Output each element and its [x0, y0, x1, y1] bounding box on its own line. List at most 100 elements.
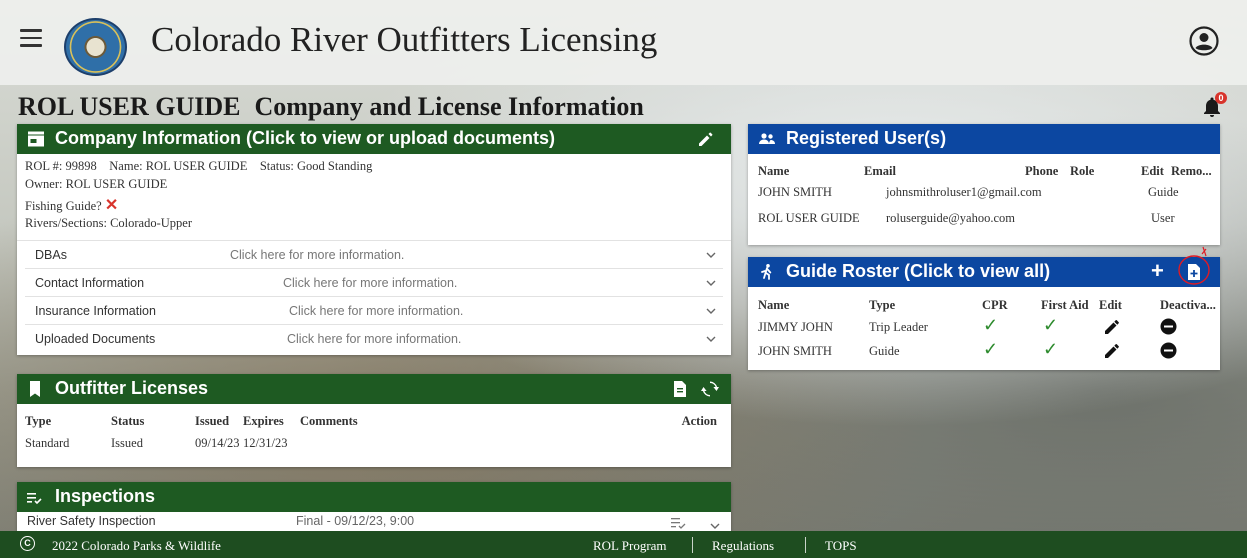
- col-remove: Remo...: [1171, 164, 1212, 178]
- guide-name: JIMMY JOHN: [758, 320, 833, 334]
- hiking-icon: [761, 264, 772, 280]
- first-aid-check-icon: ✓: [1043, 315, 1059, 335]
- add-guide-button[interactable]: +: [1151, 258, 1164, 284]
- col-role: Role: [1070, 164, 1095, 178]
- inspections-title: Inspections: [55, 486, 156, 506]
- cpw-logo: [64, 18, 127, 76]
- col-name: Name: [758, 164, 790, 178]
- copyright-icon: C: [20, 536, 35, 551]
- fishing-guide-line: Fishing Guide? ✕: [25, 195, 118, 215]
- col-action: Action: [681, 413, 717, 428]
- chevron-down-icon: [706, 252, 716, 258]
- edit-pencil-icon[interactable]: [697, 130, 715, 148]
- license-comments: [300, 430, 665, 456]
- inspections-card: Inspections River Safety Inspection Fina…: [17, 482, 731, 531]
- col-deactivate: Deactiva...: [1160, 298, 1216, 312]
- accordion-item-dbas[interactable]: DBAs Click here for more information.: [25, 241, 723, 269]
- hamburger-menu-icon[interactable]: [20, 29, 42, 49]
- accordion-hint: Click here for more information.: [289, 304, 464, 318]
- table-row[interactable]: Standard Issued 09/14/23 12/31/23: [25, 430, 717, 456]
- checklist-icon[interactable]: [670, 516, 686, 530]
- registered-users-title: Registered User(s): [786, 128, 947, 148]
- footer-link-tops[interactable]: TOPS: [825, 538, 857, 554]
- document-icon[interactable]: [671, 380, 689, 398]
- guide-type: Trip Leader: [869, 320, 928, 334]
- app-title: Colorado River Outfitters Licensing: [151, 20, 658, 59]
- accordion-hint: Click here for more information.: [287, 332, 462, 346]
- registered-users-card: Registered User(s) Name Email Phone Role…: [748, 124, 1220, 245]
- accordion-item-documents[interactable]: Uploaded Documents Click here for more i…: [25, 325, 723, 353]
- inspection-result: Final - 09/12/23, 9:00: [296, 514, 415, 528]
- col-cpr: CPR: [982, 298, 1008, 312]
- license-issued: 09/14/23: [195, 435, 240, 450]
- company-info-card: Company Information (Click to view or up…: [17, 124, 731, 355]
- license-status: Issued: [111, 435, 143, 450]
- fishing-guide-label: Fishing Guide?: [25, 199, 102, 213]
- footer-divider: [805, 537, 806, 553]
- col-type: Type: [869, 298, 896, 312]
- inspection-name: River Safety Inspection: [27, 514, 156, 528]
- col-email: Email: [864, 164, 896, 178]
- footer-divider: [692, 537, 693, 553]
- license-type: Standard: [25, 435, 70, 450]
- accordion-label: DBAs: [35, 248, 67, 262]
- licenses-header: Outfitter Licenses: [17, 374, 731, 404]
- company-summary-line: ROL #: 99898 Name: ROL USER GUIDE Status…: [25, 159, 372, 174]
- inspections-header: Inspections: [17, 482, 731, 512]
- user-email: roluserguide@yahoo.com: [886, 211, 1015, 225]
- company-name: Name: ROL USER GUIDE: [109, 159, 248, 173]
- chevron-down-icon: [706, 308, 716, 314]
- notification-badge: 0: [1215, 92, 1227, 104]
- col-name: Name: [758, 298, 790, 312]
- user-role: Guide: [1148, 185, 1179, 199]
- guide-roster-card: Guide Roster (Click to view all) + Name …: [748, 246, 1220, 370]
- refresh-icon[interactable]: [701, 380, 719, 398]
- page-title-company: ROL USER GUIDE: [18, 92, 241, 121]
- chevron-down-icon[interactable]: [709, 521, 721, 531]
- col-edit: Edit: [1141, 164, 1164, 178]
- col-edit: Edit: [1099, 298, 1122, 312]
- edit-pencil-icon[interactable]: [1104, 319, 1120, 335]
- cpr-check-icon: ✓: [983, 315, 999, 335]
- bookmark-icon: [30, 381, 40, 397]
- licenses-title: Outfitter Licenses: [55, 378, 209, 398]
- col-type: Type: [25, 413, 52, 428]
- col-comments: Comments: [300, 413, 358, 428]
- col-first-aid: First Aid: [1041, 298, 1089, 312]
- company-info-header[interactable]: Company Information (Click to view or up…: [17, 124, 731, 154]
- company-rivers: Rivers/Sections: Colorado-Upper: [25, 216, 192, 230]
- user-role: User: [1151, 211, 1175, 225]
- checklist-icon: [27, 493, 42, 505]
- user-name: ROL USER GUIDE: [758, 211, 860, 225]
- col-expires: Expires: [243, 413, 284, 428]
- user-name: JOHN SMITH: [758, 185, 832, 199]
- accordion-hint: Click here for more information.: [283, 276, 458, 290]
- outfitter-licenses-card: Outfitter Licenses Type Status Issued Ex…: [17, 374, 731, 467]
- copyright-text: 2022 Colorado Parks & Wildlife: [52, 538, 221, 553]
- fishing-guide-x-icon: ✕: [104, 197, 119, 214]
- chevron-down-icon: [706, 280, 716, 286]
- registered-users-header: Registered User(s): [748, 124, 1220, 154]
- deactivate-icon[interactable]: [1160, 318, 1177, 335]
- license-action[interactable]: [665, 430, 717, 456]
- accordion-label: Uploaded Documents: [35, 332, 156, 346]
- store-icon: [28, 131, 44, 147]
- guide-roster-header[interactable]: Guide Roster (Click to view all) +: [748, 246, 1220, 287]
- license-expires: 12/31/23: [243, 435, 288, 450]
- account-circle-icon[interactable]: [1189, 26, 1219, 56]
- footer-link-regulations[interactable]: Regulations: [712, 538, 774, 554]
- guide-roster-title: Guide Roster (Click to view all): [786, 261, 1051, 281]
- accordion-item-contact[interactable]: Contact Information Click here for more …: [25, 269, 723, 297]
- page-title: ROL USER GUIDE Company and License Inform…: [18, 92, 644, 122]
- first-aid-check-icon: ✓: [1043, 339, 1059, 359]
- guide-type: Guide: [869, 344, 900, 358]
- col-phone: Phone: [1025, 164, 1059, 178]
- deactivate-icon[interactable]: [1160, 342, 1177, 359]
- company-info-title: Company Information (Click to view or up…: [55, 128, 556, 148]
- footer-link-rol-program[interactable]: ROL Program: [593, 538, 667, 554]
- edit-pencil-icon[interactable]: [1104, 343, 1120, 359]
- table-header-row: Type Status Issued Expires Comments Acti…: [25, 412, 717, 430]
- rol-number: ROL #: 99898: [25, 159, 97, 173]
- accordion-item-insurance[interactable]: Insurance Information Click here for mor…: [25, 297, 723, 325]
- accordion-hint: Click here for more information.: [230, 248, 405, 262]
